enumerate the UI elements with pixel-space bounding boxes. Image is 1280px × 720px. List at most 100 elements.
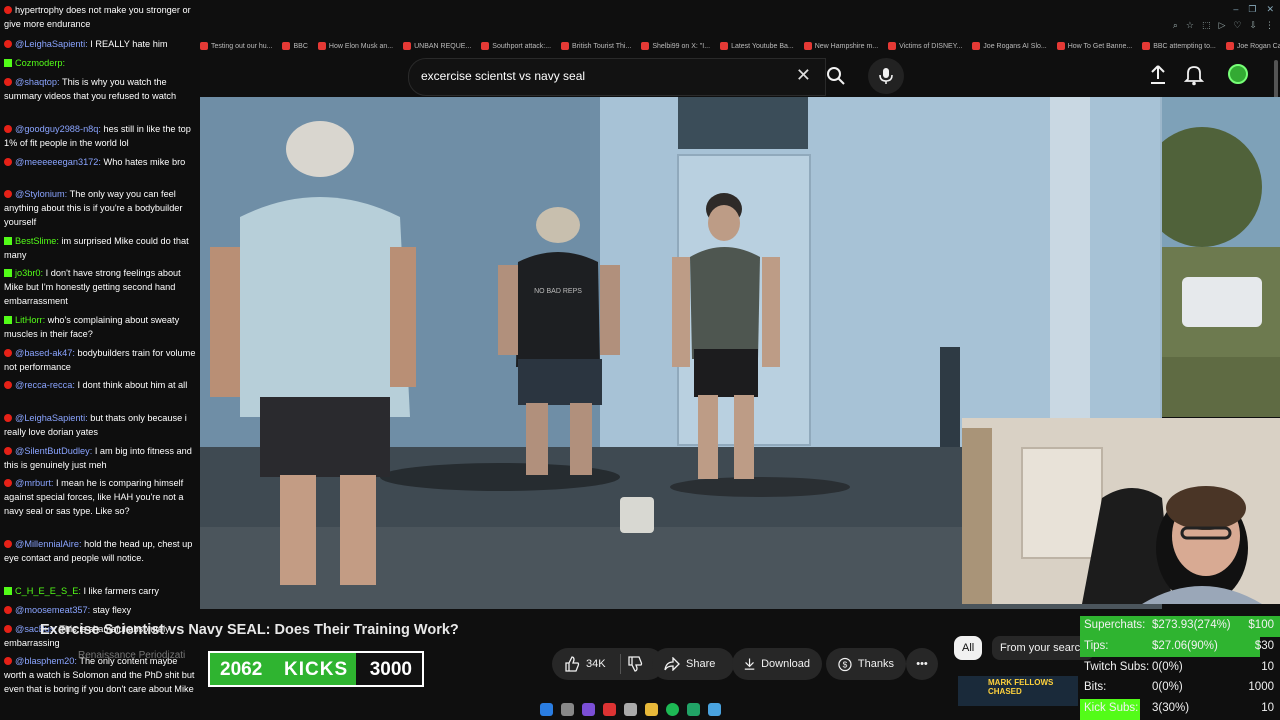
thumbs-down-icon[interactable]: [627, 656, 643, 672]
bookmark-item[interactable]: Joe Rogan Can't S...: [1225, 42, 1280, 50]
chat-message: jo3br0: I don't have strong feelings abo…: [4, 267, 198, 308]
close-icon[interactable]: ✕: [796, 65, 811, 86]
goal-row: Tips: $27.06(90%) $30: [1080, 636, 1280, 658]
create-button[interactable]: [1148, 64, 1168, 91]
thanks-button[interactable]: $ Thanks: [826, 648, 906, 680]
chat-username[interactable]: @recca-recca:: [15, 380, 75, 390]
browser-extension-icons: ⌕ ☆ ⬚ ▷ ♡ ⇩ ⋮: [1173, 20, 1274, 31]
bookmark-item[interactable]: Shelbi99 on X: "I...: [641, 42, 710, 50]
favicon-icon: [481, 42, 490, 50]
spotify-icon[interactable]: [666, 702, 679, 716]
goal-target: $30: [1254, 639, 1274, 652]
play-icon[interactable]: ▷: [1218, 20, 1225, 31]
microphone-icon: [879, 68, 893, 84]
download-arrow-icon: [744, 658, 755, 670]
goal-current: 0(0%): [1152, 681, 1183, 694]
steam-icon[interactable]: [708, 702, 721, 716]
bookmark-item[interactable]: Southport attack:...: [481, 42, 551, 50]
goal-row: Bits: 0(0%) 1000: [1080, 678, 1280, 699]
browser-icon[interactable]: [624, 702, 637, 716]
download-icon[interactable]: ⇩: [1249, 20, 1257, 31]
folder-icon[interactable]: [645, 702, 658, 716]
chat-username[interactable]: jo3br0:: [15, 268, 43, 278]
bookmarks-bar: Testing out our hu... BBC How Elon Musk an…: [200, 36, 1280, 56]
goal-target: 10: [1261, 660, 1274, 673]
bookmark-item[interactable]: How To Get Banne...: [1056, 42, 1132, 50]
minimize-icon[interactable]: –: [1233, 4, 1238, 15]
chat-username[interactable]: @MillennialAire:: [15, 539, 82, 549]
chat-username[interactable]: LitHorr:: [15, 315, 45, 325]
heart-icon[interactable]: ♡: [1233, 20, 1241, 31]
chat-username[interactable]: @goodguy2988-n8q:: [15, 124, 101, 134]
kicks-current: 2062: [220, 659, 263, 680]
bookmark-item[interactable]: Victims of DISNEY...: [888, 42, 962, 50]
favicon-icon: [1056, 42, 1065, 50]
share-label: Share: [686, 658, 716, 670]
window-controls[interactable]: – ❐ ✕: [1233, 4, 1274, 15]
kicks-goal-bar: 2062 KICKS 3000: [208, 651, 424, 687]
thanks-dollar-icon: $: [838, 657, 852, 671]
bookmark-item[interactable]: Joe Rogans AI Slo...: [972, 42, 1047, 50]
search-icon[interactable]: [561, 702, 574, 716]
chat-username[interactable]: @mrburt:: [15, 478, 53, 488]
bookmark-item[interactable]: Testing out our hu...: [200, 42, 272, 50]
kicks-goal-target: 3000: [369, 659, 412, 680]
chat-username[interactable]: @based-ak47:: [15, 348, 75, 358]
chat-username[interactable]: @SilentButDudley:: [15, 446, 92, 456]
bookmark-star-icon[interactable]: ☆: [1186, 20, 1194, 31]
excel-icon[interactable]: [687, 702, 700, 716]
chat-username[interactable]: @LeighaSapienti:: [15, 39, 88, 49]
chat-username[interactable]: Cozmoderp:: [15, 58, 65, 68]
filter-chip-from-search[interactable]: From your search: [992, 636, 1095, 660]
chat-username[interactable]: C_H_E_E_S_E:: [15, 586, 81, 596]
chat-username[interactable]: BestSlime:: [15, 236, 59, 246]
chat-message: @moosemeat357: stay flexy: [4, 604, 198, 618]
bookmark-item[interactable]: British Tourist Thi...: [561, 42, 631, 50]
close-icon[interactable]: ✕: [1266, 4, 1274, 15]
chat-username[interactable]: @meeeeeegan3172:: [15, 157, 101, 167]
restore-icon[interactable]: ❐: [1248, 4, 1256, 15]
taskbar: [540, 698, 740, 720]
filter-chip-all[interactable]: All: [954, 636, 983, 660]
bookmark-item[interactable]: UNBAN REQUE...: [403, 42, 471, 50]
search-input[interactable]: excercise scientst vs navy seal ✕: [408, 58, 826, 96]
more-actions-button[interactable]: •••: [906, 648, 938, 680]
bookmark-label: British Tourist Thi...: [572, 42, 632, 50]
windows-start-icon[interactable]: [540, 702, 553, 716]
chat-username[interactable]: @shaqtop:: [15, 77, 60, 87]
like-button[interactable]: 34K: [552, 648, 664, 680]
chat-username[interactable]: @moosemeat357:: [15, 605, 90, 615]
bookmark-item[interactable]: BBC: [282, 42, 308, 50]
bookmark-item[interactable]: Latest Youtube Ba...: [720, 42, 794, 50]
chat-message: Cozmoderp:: [4, 57, 198, 71]
youtube-logo-icon: [4, 190, 12, 198]
live-chat-overlay: hypertrophy does not make you stronger o…: [0, 0, 200, 720]
avatar[interactable]: [1228, 64, 1248, 84]
extension-icon[interactable]: ⬚: [1202, 20, 1211, 31]
share-button[interactable]: Share: [652, 648, 734, 680]
chat-message: hypertrophy does not make you stronger o…: [4, 4, 198, 32]
menu-icon[interactable]: ⋮: [1265, 20, 1274, 31]
bookmark-item[interactable]: How Elon Musk an...: [317, 42, 393, 50]
like-dislike-divider: [619, 654, 621, 674]
app-icon[interactable]: [582, 702, 595, 716]
like-count: 34K: [586, 658, 606, 670]
chat-username[interactable]: @Stylonium:: [15, 189, 67, 199]
goal-row: Superchats: $273.93(274%) $100: [1080, 616, 1280, 637]
bookmark-item[interactable]: New Hampshire m...: [803, 42, 878, 50]
chat-message: @based-ak47: bodybuilders train for volu…: [4, 347, 198, 375]
app-icon[interactable]: [603, 702, 616, 716]
recommended-video-thumbnail[interactable]: MARK FELLOWS CHASED: [958, 676, 1078, 706]
chat-username[interactable]: @blasphem20:: [15, 656, 77, 666]
goal-label: Twitch Subs:: [1084, 660, 1150, 673]
download-button[interactable]: Download: [732, 648, 822, 680]
bookmark-item[interactable]: BBC attempting to...: [1142, 42, 1216, 50]
favicon-icon: [282, 42, 291, 50]
voice-search-button[interactable]: [868, 58, 904, 94]
youtube-logo-icon: [4, 40, 12, 48]
zoom-icon[interactable]: ⌕: [1173, 20, 1178, 31]
channel-name[interactable]: Renaissance Periodizati: [78, 650, 185, 661]
chat-username[interactable]: @LeighaSapienti:: [15, 413, 88, 423]
search-button[interactable]: [818, 58, 854, 94]
notifications-button[interactable]: [1183, 64, 1205, 91]
